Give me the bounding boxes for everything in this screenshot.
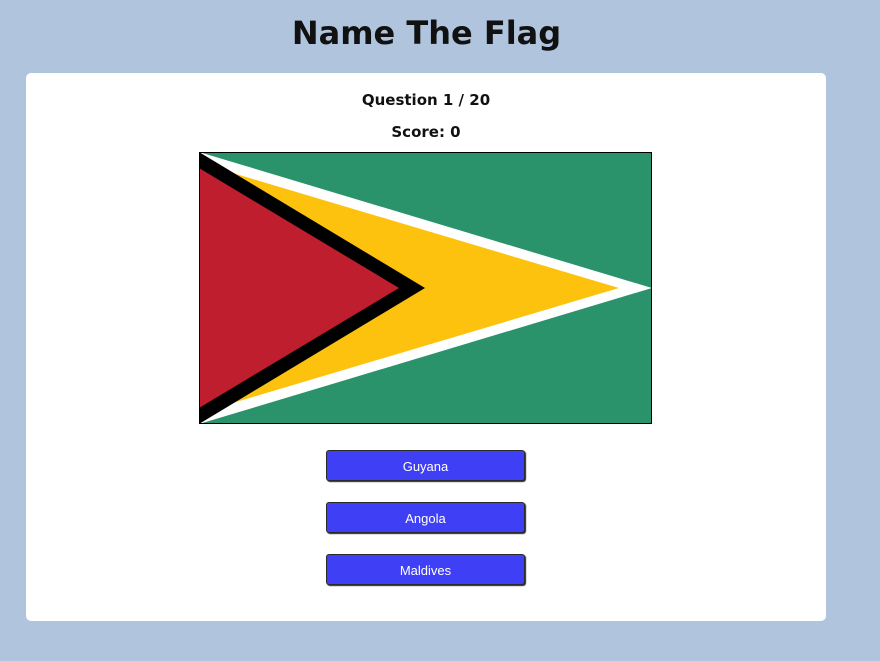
quiz-card: Question 1 / 20 Score: 0 Guyana Angola M… xyxy=(26,73,826,621)
answer-button-angola[interactable]: Angola xyxy=(326,502,525,533)
score-display: Score: 0 xyxy=(391,123,461,141)
answer-button-maldives[interactable]: Maldives xyxy=(326,554,525,585)
answer-button-guyana[interactable]: Guyana xyxy=(326,450,525,481)
flag-image xyxy=(199,152,652,424)
question-counter: Question 1 / 20 xyxy=(361,91,491,109)
page-title: Name The Flag xyxy=(291,14,562,52)
guyana-flag-icon xyxy=(199,152,652,424)
